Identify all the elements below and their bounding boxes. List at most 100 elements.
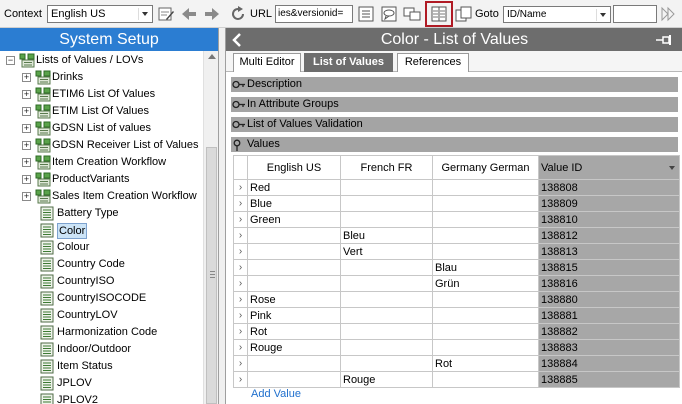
table-row[interactable]: › Blau 138815 [233, 259, 680, 276]
scrollbar-thumb[interactable] [206, 147, 217, 404]
table-row[interactable]: › Red 138808 [233, 179, 680, 196]
cell-french[interactable] [340, 195, 433, 212]
goto-input[interactable] [613, 5, 657, 23]
row-expand-icon[interactable]: › [233, 339, 248, 356]
cell-german[interactable] [432, 227, 539, 244]
table-row[interactable]: › Rose 138880 [233, 291, 680, 308]
list-view-icon[interactable] [357, 5, 375, 23]
cell-german[interactable] [432, 371, 539, 388]
row-expand-icon[interactable]: › [233, 195, 248, 212]
row-expand-icon[interactable]: › [233, 291, 248, 308]
go-forward-icon[interactable] [659, 5, 677, 23]
cell-french[interactable]: Vert [340, 243, 433, 260]
row-expand-icon[interactable]: › [233, 227, 248, 244]
cell-french[interactable] [340, 339, 433, 356]
cell-english[interactable]: Red [247, 179, 341, 196]
context-select[interactable]: English US [47, 5, 153, 23]
tab-references[interactable]: References [397, 53, 469, 72]
cell-french[interactable] [340, 275, 433, 292]
nav-forward-icon[interactable] [203, 5, 221, 23]
back-chevron-icon[interactable] [232, 33, 242, 47]
table-row[interactable]: › Green 138810 [233, 211, 680, 228]
url-input[interactable]: ies&versionid= [275, 5, 353, 23]
expand-icon[interactable]: + [22, 107, 31, 116]
table-row[interactable]: › Rouge 138885 [233, 371, 680, 388]
cell-english[interactable] [247, 227, 341, 244]
cell-french[interactable] [340, 307, 433, 324]
row-expand-icon[interactable]: › [233, 179, 248, 196]
cell-english[interactable]: Rot [247, 323, 341, 340]
pin-icon[interactable] [655, 35, 673, 45]
cell-german[interactable] [432, 195, 539, 212]
row-expand-icon[interactable]: › [233, 259, 248, 276]
add-value-link[interactable]: Add Value [251, 388, 301, 400]
tree-scrollbar[interactable] [203, 51, 218, 404]
row-expand-icon[interactable]: › [233, 275, 248, 292]
cell-english[interactable]: Rose [247, 291, 341, 308]
row-expand-icon[interactable]: › [233, 307, 248, 324]
cell-english[interactable] [247, 371, 341, 388]
expand-icon[interactable]: + [22, 141, 31, 150]
cell-english[interactable] [247, 243, 341, 260]
cell-english[interactable] [247, 275, 341, 292]
goto-select[interactable]: ID/Name [503, 6, 611, 23]
comment-view-icon[interactable] [380, 5, 398, 23]
cell-french[interactable] [340, 211, 433, 228]
table-row[interactable]: › Grün 138816 [233, 275, 680, 292]
table-row[interactable]: › Rouge 138883 [233, 339, 680, 356]
table-row[interactable]: › Blue 138809 [233, 195, 680, 212]
cell-german[interactable] [432, 307, 539, 324]
tab-multi-editor[interactable]: Multi Editor [233, 53, 301, 72]
row-expand-icon[interactable]: › [233, 243, 248, 260]
refresh-icon[interactable] [229, 5, 247, 23]
section-description[interactable]: Description [231, 77, 678, 92]
cell-german[interactable]: Blau [432, 259, 539, 276]
cell-french[interactable] [340, 291, 433, 308]
expand-icon[interactable]: + [22, 158, 31, 167]
table-row[interactable]: › Vert 138813 [233, 243, 680, 260]
cell-german[interactable] [432, 339, 539, 356]
chevron-down-icon[interactable] [669, 166, 675, 170]
cell-english[interactable]: Blue [247, 195, 341, 212]
column-header-value-id[interactable]: Value ID [538, 155, 680, 180]
tab-list-of-values[interactable]: List of Values [304, 53, 393, 72]
multi-screen-icon[interactable] [403, 5, 421, 23]
cell-german[interactable]: Rot [432, 355, 539, 372]
cell-german[interactable] [432, 323, 539, 340]
expand-icon[interactable]: + [22, 90, 31, 99]
cell-french[interactable]: Rouge [340, 371, 433, 388]
table-row[interactable]: › Rot 138882 [233, 323, 680, 340]
cell-german[interactable] [432, 243, 539, 260]
nav-back-icon[interactable] [180, 5, 198, 23]
column-header-english[interactable]: English US [247, 155, 341, 180]
cell-french[interactable]: Bleu [340, 227, 433, 244]
section-attribute-groups[interactable]: In Attribute Groups [231, 97, 678, 112]
cell-english[interactable]: Pink [247, 307, 341, 324]
cell-english[interactable] [247, 259, 341, 276]
table-row[interactable]: › Bleu 138812 [233, 227, 680, 244]
expand-icon[interactable]: + [22, 192, 31, 201]
collapse-icon[interactable]: − [6, 56, 15, 65]
table-row[interactable]: › Rot 138884 [233, 355, 680, 372]
cell-french[interactable] [340, 355, 433, 372]
row-expand-icon[interactable]: › [233, 323, 248, 340]
table-view-icon[interactable] [430, 5, 448, 23]
scroll-up-icon[interactable] [208, 54, 216, 59]
row-expand-icon[interactable]: › [233, 371, 248, 388]
row-expand-icon[interactable]: › [233, 211, 248, 228]
cell-french[interactable] [340, 259, 433, 276]
cell-french[interactable] [340, 323, 433, 340]
cell-german[interactable] [432, 211, 539, 228]
cell-french[interactable] [340, 179, 433, 196]
expand-icon[interactable]: + [22, 175, 31, 184]
cell-german[interactable] [432, 179, 539, 196]
section-lov-validation[interactable]: List of Values Validation [231, 117, 678, 132]
column-header-german[interactable]: Germany German [432, 155, 539, 180]
expand-icon[interactable]: + [22, 124, 31, 133]
cell-english[interactable] [247, 355, 341, 372]
cell-english[interactable]: Rouge [247, 339, 341, 356]
cell-english[interactable]: Green [247, 211, 341, 228]
copy-view-icon[interactable] [455, 5, 473, 23]
cell-german[interactable] [432, 291, 539, 308]
section-values[interactable]: Values [231, 137, 678, 152]
